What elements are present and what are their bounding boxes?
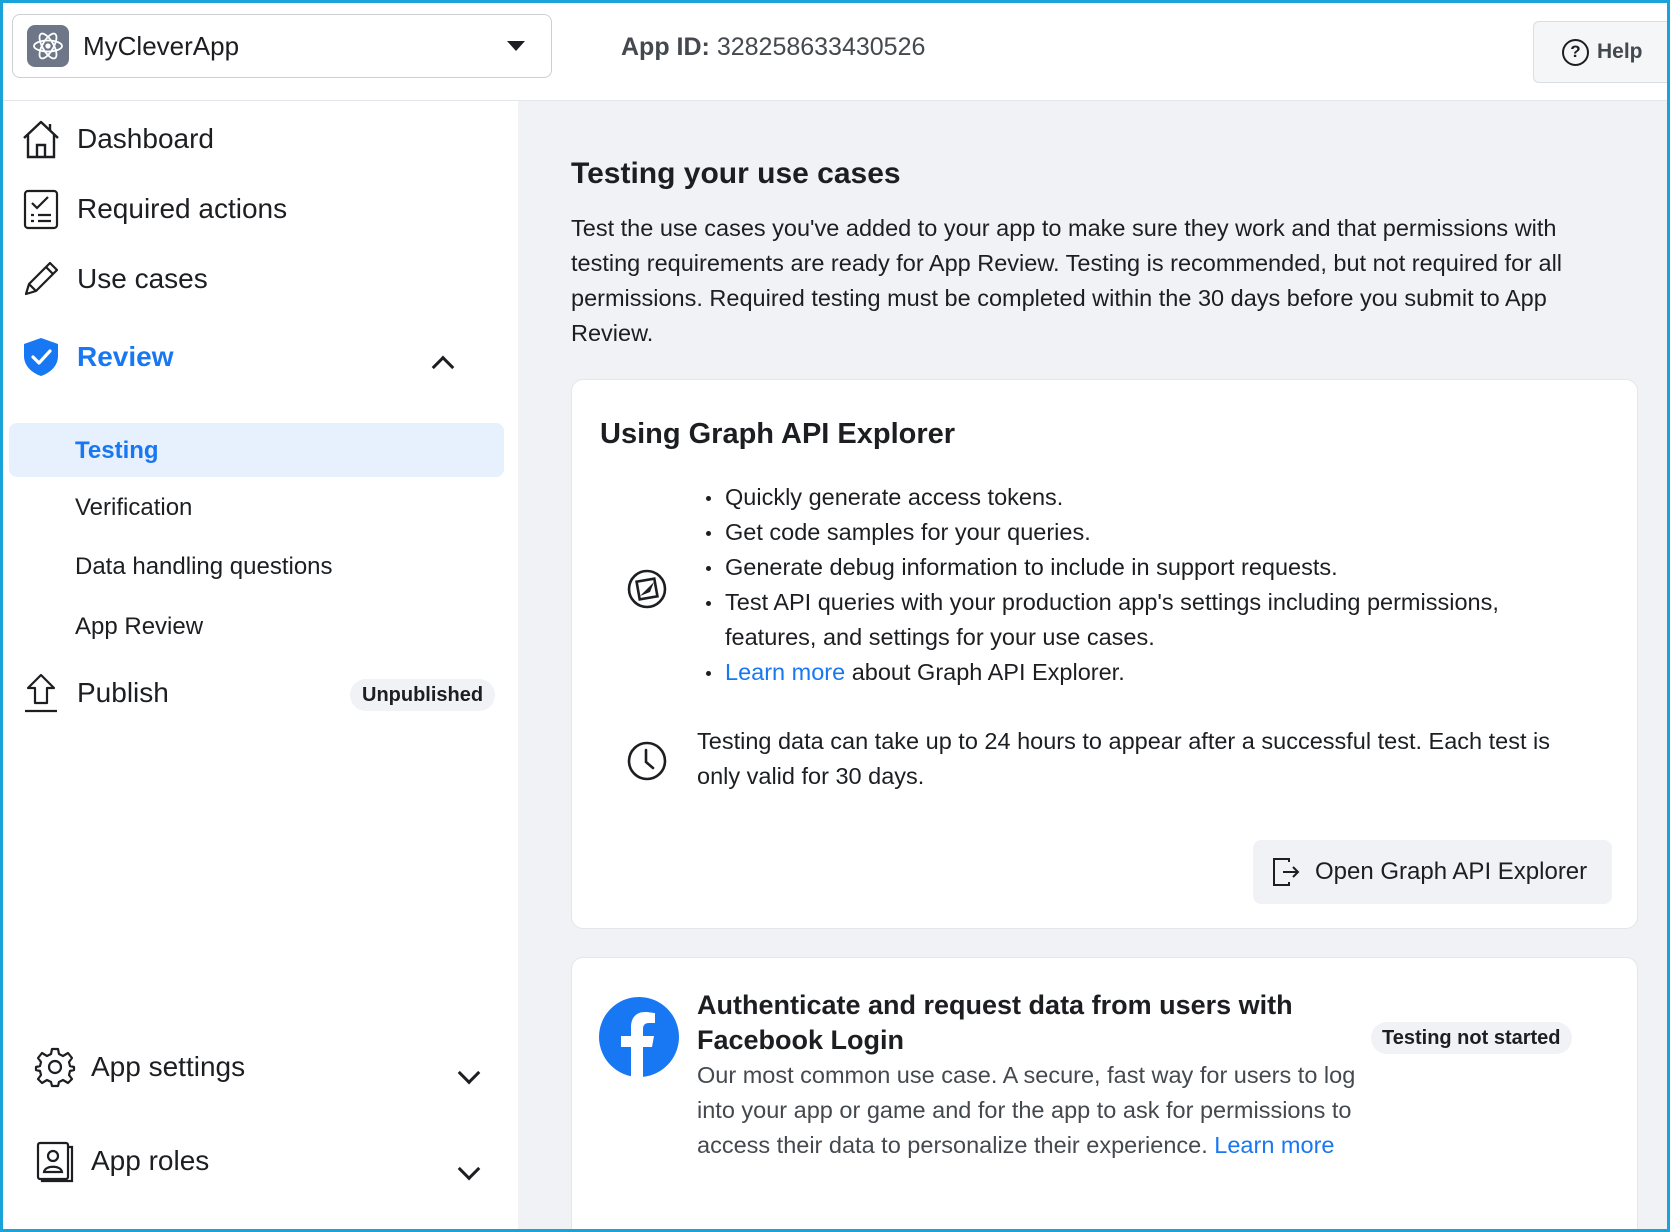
help-button[interactable]: ? Help [1533,21,1667,83]
sidebar-item-review[interactable]: Review [19,335,174,379]
testing-data-note: Testing data can take up to 24 hours to … [697,728,1551,789]
chevron-up-icon[interactable] [431,355,455,379]
page-title: Testing your use cases [571,157,901,190]
card-title: Authenticate and request data from users… [697,990,1293,1055]
card-title: Using Graph API Explorer [600,418,956,450]
learn-more-link[interactable]: Learn more [725,659,845,685]
publish-status-badge: Unpublished [350,679,496,711]
sidebar-item-label: Required actions [77,193,288,224]
shield-check-icon [19,335,63,379]
list-item: Generate debug information to include in… [706,550,1586,585]
feature-list: Quickly generate access tokens. Get code… [706,480,1586,690]
facebook-logo-icon [599,997,679,1082]
sidebar-item-dashboard[interactable]: Dashboard [19,117,214,161]
sidebar-item-app-roles[interactable]: App roles [33,1139,209,1183]
sidebar: Dashboard Required actions Use cases Rev… [3,101,518,1229]
help-label: Help [1597,40,1643,63]
app-id: App ID: 328258633430526 [621,33,925,62]
sidebar-item-label: App settings [91,1051,246,1082]
graph-api-explorer-card: Using Graph API Explorer Quickly generat… [571,379,1638,929]
chevron-down-icon[interactable] [457,1061,481,1085]
sidebar-item-publish[interactable]: Publish [19,671,169,715]
user-badge-icon [33,1139,77,1183]
atom-icon [27,25,69,67]
app-name: MyCleverApp [83,30,240,61]
sidebar-subitem-testing[interactable]: Testing [75,437,159,465]
upload-icon [19,671,63,715]
gear-icon [33,1045,77,1089]
learn-more-text: about Graph API Explorer. [845,659,1125,685]
testing-status-badge: Testing not started [1371,1022,1572,1054]
sidebar-subitem-data-handling[interactable]: Data handling questions [75,553,333,581]
compass-icon [626,568,668,615]
app-id-value: 328258633430526 [716,33,926,61]
list-item: Get code samples for your queries. [706,515,1586,550]
main-content: Testing your use cases Test the use case… [518,101,1667,1229]
home-icon [19,117,63,161]
sidebar-item-required-actions[interactable]: Required actions [19,187,287,231]
sidebar-item-label: Review [77,341,174,372]
caret-down-icon [507,41,525,51]
checklist-icon [19,187,63,231]
external-link-icon [1271,856,1301,888]
list-item: Test API queries with your production ap… [706,585,1586,655]
button-label: Open Graph API Explorer [1315,858,1588,885]
app-id-label: App ID: [621,33,710,61]
sidebar-subitem-app-review[interactable]: App Review [75,613,203,641]
question-icon: ? [1562,38,1589,66]
sidebar-item-use-cases[interactable]: Use cases [19,257,208,301]
open-graph-api-explorer-button[interactable]: Open Graph API Explorer [1253,840,1612,904]
learn-more-link[interactable]: Learn more [1214,1132,1334,1158]
card-description: Our most common use case. A secure, fast… [697,1058,1357,1163]
facebook-login-card: Authenticate and request data from users… [571,957,1638,1229]
sidebar-item-label: Dashboard [77,123,214,154]
sidebar-item-label: Publish [77,677,169,708]
list-item: Quickly generate access tokens. [706,480,1586,515]
app-frame: MyCleverApp App ID: 328258633430526 ? He… [0,0,1670,1232]
chevron-down-icon[interactable] [457,1157,481,1181]
sidebar-item-label: Use cases [77,263,208,294]
sidebar-item-label: App roles [91,1145,210,1176]
top-bar: MyCleverApp App ID: 328258633430526 ? He… [3,3,1667,101]
clock-icon [626,740,668,787]
app-selector-dropdown[interactable]: MyCleverApp [12,14,552,78]
list-item: Learn more about Graph API Explorer. [706,655,1586,690]
page-description: Test the use cases you've added to your … [571,215,1563,346]
pencil-icon [19,257,63,301]
sidebar-item-app-settings[interactable]: App settings [33,1045,245,1089]
sidebar-subitem-verification[interactable]: Verification [75,494,192,522]
